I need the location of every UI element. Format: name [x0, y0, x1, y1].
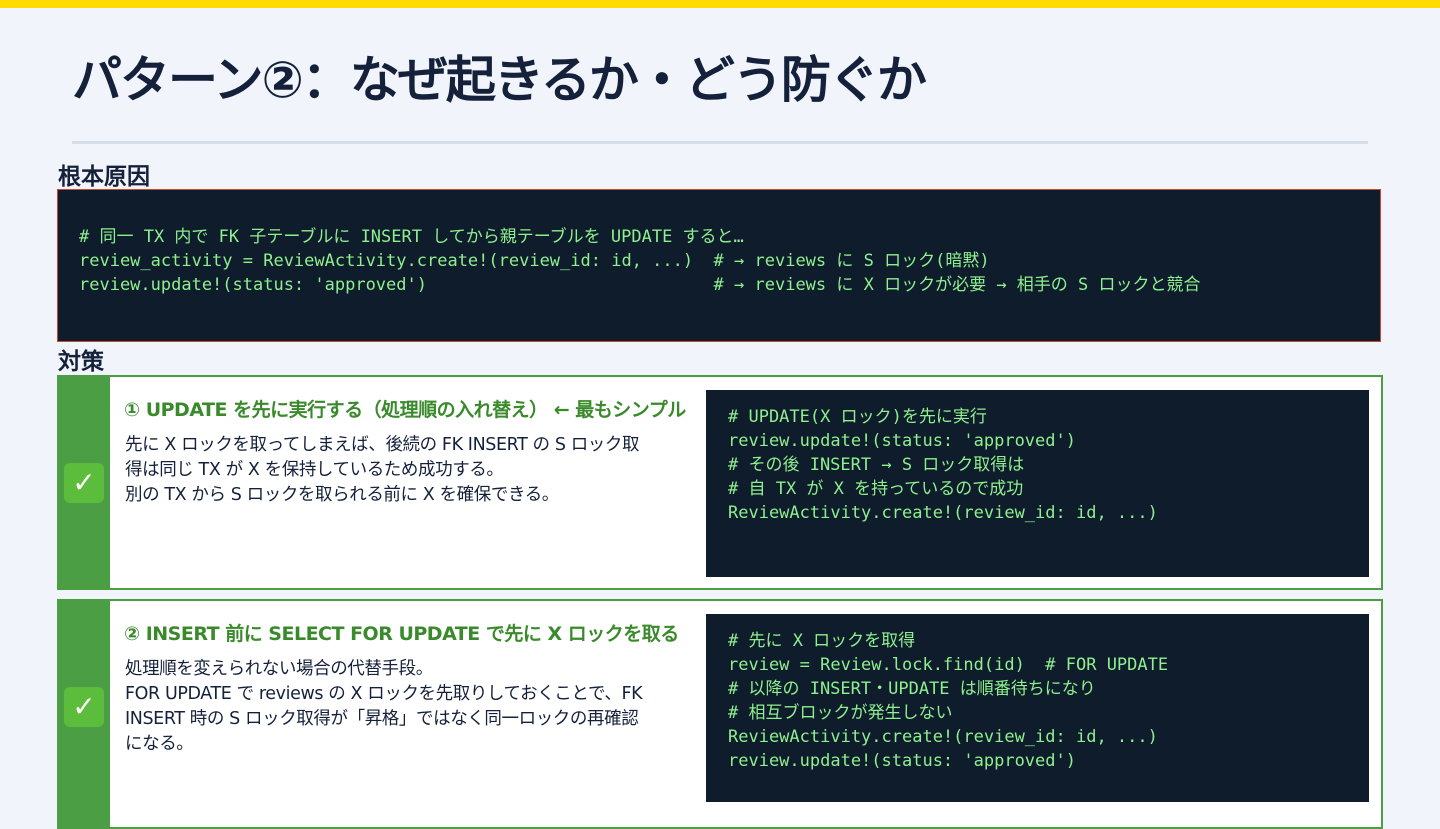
code-line: review_activity = ReviewActivity.create!… — [79, 251, 990, 271]
slide-title: パターン②：なぜ起きるか・どう防ぐか — [72, 51, 927, 109]
code-line: # 以降の INSERT・UPDATE は順番待ちになり — [728, 679, 1096, 699]
code-line: review.update!(status: 'approved') — [728, 431, 1076, 451]
code-line: # 同一 TX 内で FK 子テーブルに INSERT してから親テーブルを U… — [79, 227, 744, 247]
card-accent-stripe: ✓ — [59, 601, 110, 827]
top-accent-bar — [0, 0, 1440, 8]
code-line: # 先に X ロックを取得 — [728, 631, 916, 651]
root-cause-code-block: # 同一 TX 内で FK 子テーブルに INSERT してから親テーブルを U… — [57, 189, 1381, 342]
check-mark-icon: ✓ — [64, 687, 104, 727]
title-divider — [72, 141, 1368, 144]
countermeasure-card: ✓ ① UPDATE を先に実行する（処理順の入れ替え） ← 最もシンプル 先に… — [57, 375, 1383, 590]
countermeasures-heading: 対策 — [58, 349, 104, 375]
description-line: INSERT 時の S ロック取得が「昇格」ではなく同一ロックの再確認 — [125, 709, 639, 729]
countermeasure-card: ✓ ② INSERT 前に SELECT FOR UPDATE で先に X ロッ… — [57, 599, 1383, 829]
code-line: # 自 TX が X を持っているので成功 — [728, 479, 1024, 499]
countermeasure-description: 先に X ロックを取ってしまえば、後続の FK INSERT の S ロック取 … — [125, 433, 685, 508]
code-line: ReviewActivity.create!(review_id: id, ..… — [728, 727, 1158, 747]
code-line: # 相互ブロックが発生しない — [728, 703, 953, 723]
code-line: # その後 INSERT → S ロック取得は — [728, 455, 1025, 475]
description-line: FOR UPDATE で reviews の X ロックを先取りしておくことで、… — [125, 684, 643, 704]
countermeasure-description: 処理順を変えられない場合の代替手段。 FOR UPDATE で reviews … — [125, 657, 685, 757]
description-line: 別の TX から S ロックを取られる前に X を確保できる。 — [125, 485, 559, 505]
root-cause-code: # 同一 TX 内で FK 子テーブルに INSERT してから親テーブルを U… — [79, 225, 1201, 297]
description-line: 得は同じ TX が X を保持しているため成功する。 — [125, 460, 504, 480]
root-cause-heading: 根本原因 — [58, 164, 150, 190]
code-line: review.update!(status: 'approved') # → r… — [79, 275, 1201, 295]
countermeasure-code: # 先に X ロックを取得 review = Review.lock.find(i… — [728, 629, 1168, 773]
countermeasure-title: ① UPDATE を先に実行する（処理順の入れ替え） ← 最もシンプル — [124, 399, 686, 421]
code-line: ReviewActivity.create!(review_id: id, ..… — [728, 503, 1158, 523]
countermeasure-code: # UPDATE(X ロック)を先に実行 review.update!(statu… — [728, 405, 1158, 525]
description-line: になる。 — [125, 734, 194, 754]
code-line: # UPDATE(X ロック)を先に実行 — [728, 407, 987, 427]
card-accent-stripe: ✓ — [59, 377, 110, 588]
countermeasure-code-block: # UPDATE(X ロック)を先に実行 review.update!(statu… — [706, 390, 1369, 577]
code-line: review.update!(status: 'approved') — [728, 751, 1076, 771]
countermeasure-code-block: # 先に X ロックを取得 review = Review.lock.find(i… — [706, 614, 1369, 802]
description-line: 先に X ロックを取ってしまえば、後続の FK INSERT の S ロック取 — [125, 435, 640, 455]
code-line: review = Review.lock.find(id) # FOR UPDA… — [728, 655, 1169, 675]
check-mark-icon: ✓ — [64, 463, 104, 503]
countermeasure-title: ② INSERT 前に SELECT FOR UPDATE で先に X ロックを… — [124, 623, 679, 645]
description-line: 処理順を変えられない場合の代替手段。 — [125, 659, 433, 679]
